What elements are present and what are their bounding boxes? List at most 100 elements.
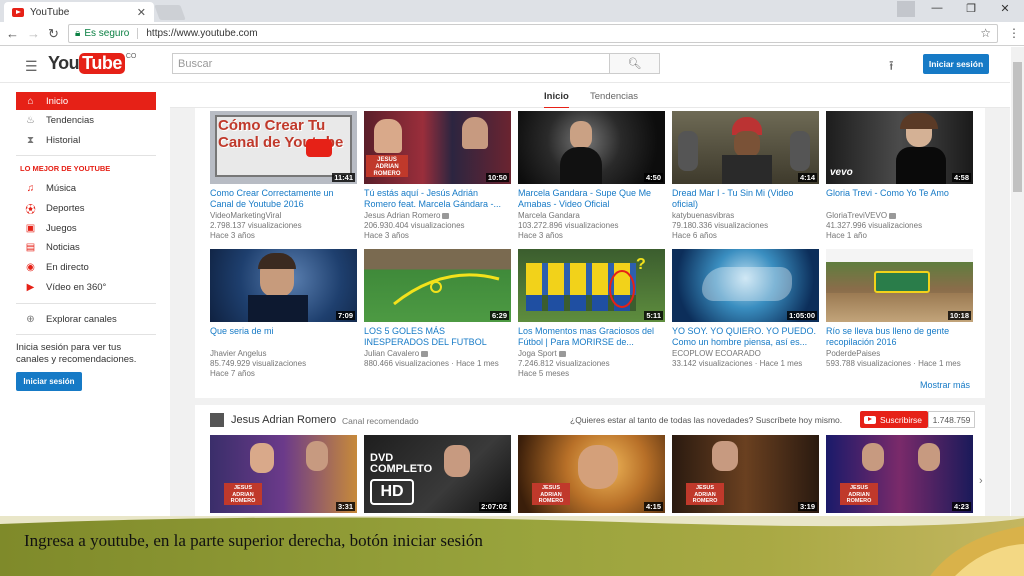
video-title[interactable]: Río se lleva bus lleno de gente recopila…	[826, 326, 973, 348]
video-channel[interactable]: Marcela Gandara	[518, 211, 665, 221]
channel-avatar[interactable]	[210, 413, 224, 427]
video-card[interactable]: Cómo Crear Tu Canal de Youtube 11:41 Com…	[210, 111, 357, 241]
sidebar-item-deportes[interactable]: ⚽︎ Deportes	[16, 199, 156, 217]
video-thumbnail[interactable]: 4:50	[518, 111, 665, 184]
video-thumbnail[interactable]: JESUS ADRIAN ROMERO 4:23	[826, 435, 973, 513]
sidebar-item-tendencias[interactable]: ♨ Tendencias	[16, 111, 156, 129]
video-channel[interactable]: katybuenasvibras	[672, 211, 819, 221]
shelf-channel-name[interactable]: Jesus Adrian Romero	[231, 414, 336, 426]
tab-close-icon[interactable]: ✕	[137, 6, 146, 19]
video-thumbnail[interactable]: 6:29	[364, 249, 511, 322]
video-thumbnail[interactable]: Cómo Crear Tu Canal de Youtube 11:41	[210, 111, 357, 184]
back-arrow-icon[interactable]: ←	[6, 26, 19, 41]
video-thumbnail[interactable]: 10:18	[826, 249, 973, 322]
caption-text: Ingresa a youtube, en la parte superior …	[24, 531, 483, 550]
video-channel[interactable]: GloriaTreviVEVO	[826, 211, 973, 221]
video-thumbnail[interactable]: JESUS ADRIAN ROMERO 3:31	[210, 435, 357, 513]
sidebar-item-explorar-canales[interactable]: ⊕ Explorar canales	[16, 310, 156, 328]
scrollbar-thumb[interactable]	[1013, 62, 1022, 192]
video-channel[interactable]: Julian Cavalero	[364, 349, 511, 359]
omnibox[interactable]: 🔒︎ Es seguro https://www.youtube.com ☆	[68, 24, 998, 43]
video-thumbnail[interactable]: JESUS ADRIAN ROMERO 3:19	[672, 435, 819, 513]
search-button[interactable]: 🔍︎	[609, 53, 660, 74]
sidebar-item-juegos[interactable]: ▣ Juegos	[16, 219, 156, 237]
upload-icon[interactable]: ⭱	[889, 57, 894, 79]
channel-name[interactable]: Jesus Adrian Romero	[364, 211, 440, 220]
sidebar-item-video-360[interactable]: ▶ Vídeo en 360°	[16, 278, 156, 296]
video-title[interactable]: Que seria de mi	[210, 326, 357, 348]
video-thumbnail[interactable]: JESUS ADRIAN ROMERO 10:50	[364, 111, 511, 184]
shelf-video-card[interactable]: JESUS ADRIAN ROMERO 4:23	[826, 435, 973, 513]
video-title[interactable]: Gloria Trevi - Como Yo Te Amo	[826, 188, 973, 210]
shelf-next-arrow-icon[interactable]: ›	[979, 475, 983, 487]
video-thumbnail[interactable]: 1:05:00	[672, 249, 819, 322]
video-duration: 3:19	[797, 502, 817, 511]
video-card[interactable]: 4:14 Dread Mar I - Tu Sin Mi (Video ofic…	[672, 111, 819, 241]
lock-icon: 🔒︎	[75, 28, 81, 39]
video-views: 103.272.896 visualizaciones	[518, 221, 619, 230]
video-channel[interactable]: Jesus Adrian Romero	[364, 211, 511, 221]
video-channel[interactable]: Joga Sport	[518, 349, 665, 359]
video-card[interactable]: 7:09 Que seria de mi Jhavier Angelus 85.…	[210, 249, 357, 379]
video-thumbnail[interactable]: JESUS ADRIAN ROMERO 4:15	[518, 435, 665, 513]
video-thumbnail[interactable]: DVD COMPLETO HD 2:07:02	[364, 435, 511, 513]
video-channel[interactable]: Jhavier Angelus	[210, 349, 357, 359]
shelf-video-card[interactable]: DVD COMPLETO HD 2:07:02	[364, 435, 511, 513]
video-card[interactable]: 4:50 Marcela Gandara - Supe Que Me Amaba…	[518, 111, 665, 241]
video-card[interactable]: 6:29 LOS 5 GOLES MÁS INESPERADOS DEL FUT…	[364, 249, 511, 369]
signin-button[interactable]: Iniciar sesión	[923, 54, 989, 74]
video-title[interactable]: LOS 5 GOLES MÁS INESPERADOS DEL FUTBOL	[364, 326, 511, 348]
video-thumbnail[interactable]: vevo 4:58	[826, 111, 973, 184]
profile-icon[interactable]	[897, 1, 915, 17]
hd-badge: HD	[370, 479, 414, 505]
video-channel[interactable]: ECOPLOW ECOARADO	[672, 349, 819, 359]
best-of-youtube-heading: LO MEJOR DE YOUTUBE	[20, 164, 111, 173]
url-text[interactable]: https://www.youtube.com	[146, 28, 257, 39]
video-title[interactable]: YO SOY. YO QUIERO. YO PUEDO. Como un hom…	[672, 326, 819, 348]
channel-name[interactable]: GloriaTreviVEVO	[826, 211, 887, 220]
search-input[interactable]: Buscar	[172, 53, 610, 74]
channel-name[interactable]: Joga Sport	[518, 349, 557, 358]
browser-tab-youtube[interactable]: YouTube ✕	[4, 2, 154, 22]
tab-tendencias[interactable]: Tendencias	[590, 91, 638, 102]
channel-name[interactable]: Julian Cavalero	[364, 349, 419, 358]
video-views: 593.788 visualizaciones	[826, 359, 911, 368]
video-title[interactable]: Marcela Gandara - Supe Que Me Amabas - V…	[518, 188, 665, 210]
video-title[interactable]: Los Momentos mas Graciosos del Fútbol | …	[518, 326, 665, 348]
guide-menu-icon[interactable]: ☰	[25, 58, 38, 75]
sidebar-item-noticias[interactable]: ▤ Noticias	[16, 238, 156, 256]
video-card[interactable]: vevo 4:58 Gloria Trevi - Como Yo Te Amo …	[826, 111, 973, 241]
sidebar-item-en-directo[interactable]: ◉ En directo	[16, 258, 156, 276]
video-title[interactable]: Como Crear Correctamente un Canal de You…	[210, 188, 357, 210]
subscribe-button[interactable]: Suscribirse	[860, 411, 928, 428]
window-close-icon[interactable]: ✕	[995, 2, 1015, 15]
youtube-logo[interactable]: You Tube CO	[48, 53, 136, 74]
video-thumbnail[interactable]: 7:09	[210, 249, 357, 322]
video-card[interactable]: ? 5:11 Los Momentos mas Graciosos del Fú…	[518, 249, 665, 379]
video-card[interactable]: 1:05:00 YO SOY. YO QUIERO. YO PUEDO. Com…	[672, 249, 819, 369]
video-thumbnail[interactable]: 4:14	[672, 111, 819, 184]
show-more-link[interactable]: Mostrar más	[920, 380, 970, 390]
video-title[interactable]: Dread Mar I - Tu Sin Mi (Video oficial)	[672, 188, 819, 210]
reload-icon[interactable]: ↻	[48, 26, 59, 42]
video-channel[interactable]: PoderdePaises	[826, 349, 973, 359]
shelf-video-card[interactable]: JESUS ADRIAN ROMERO 3:31	[210, 435, 357, 513]
restore-icon[interactable]: ❐	[961, 2, 981, 15]
browser-menu-icon[interactable]: ⋮	[1008, 26, 1020, 40]
sidebar-item-musica[interactable]: ♫ Música	[16, 179, 156, 197]
bookmark-star-icon[interactable]: ☆	[980, 26, 991, 40]
video-channel[interactable]: VideoMarketingViral	[210, 211, 357, 221]
sidebar-signin-button[interactable]: Iniciar sesión	[16, 372, 82, 391]
video-card[interactable]: 10:18 Río se lleva bus lleno de gente re…	[826, 249, 973, 369]
video-card[interactable]: JESUS ADRIAN ROMERO 10:50 Tú estás aquí - …	[364, 111, 511, 241]
tab-inicio[interactable]: Inicio	[544, 91, 569, 109]
new-tab-button[interactable]	[154, 5, 186, 20]
sidebar-item-historial[interactable]: ⧗ Historial	[16, 131, 156, 149]
video-title[interactable]: Tú estás aquí - Jesús Adrián Romero feat…	[364, 188, 511, 210]
shelf-video-card[interactable]: JESUS ADRIAN ROMERO 3:19	[672, 435, 819, 513]
video-thumbnail[interactable]: ? 5:11	[518, 249, 665, 322]
minimize-icon[interactable]: —	[927, 2, 947, 14]
sidebar-item-inicio[interactable]: ⌂ Inicio	[16, 92, 156, 110]
shelf-video-card[interactable]: JESUS ADRIAN ROMERO 4:15	[518, 435, 665, 513]
forward-arrow-icon[interactable]: →	[27, 26, 40, 41]
